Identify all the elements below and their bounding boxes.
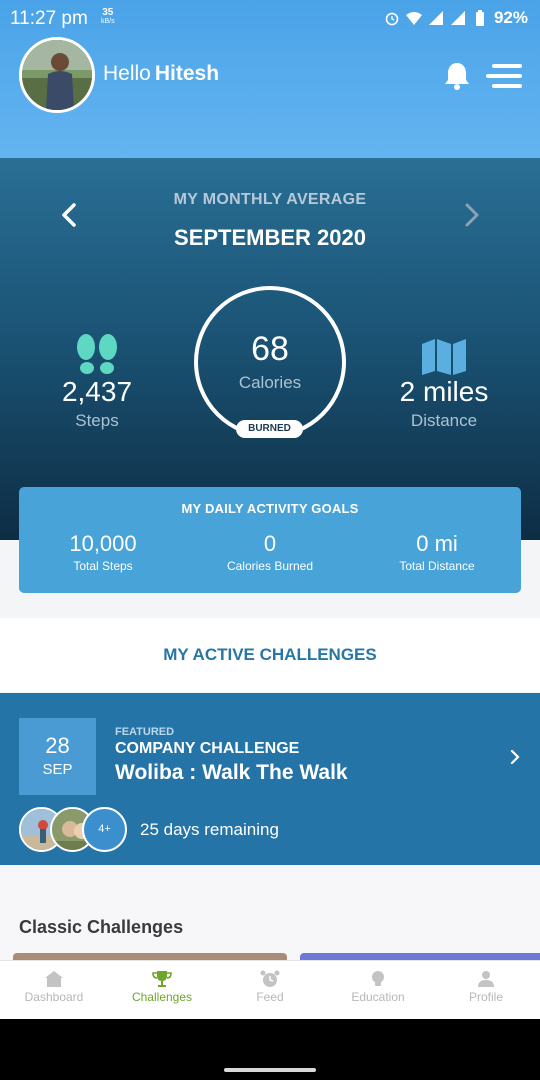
signal-icon-2 — [450, 11, 465, 25]
nav-label: Education — [351, 990, 405, 1004]
nav-label: Challenges — [131, 990, 193, 1004]
goal-value: 0 — [263, 531, 277, 556]
active-challenges-title: MY ACTIVE CHALLENGES — [163, 645, 377, 664]
chevron-right-icon[interactable] — [507, 749, 523, 765]
battery-icon — [475, 10, 484, 26]
classic-challenges-title: Classic Challenges — [19, 917, 184, 937]
map-icon — [422, 339, 466, 375]
classic-challenges-section — [0, 865, 540, 960]
nav-feed[interactable]: Feed — [216, 970, 324, 1004]
footprints-icon — [77, 334, 117, 374]
menu-icon[interactable] — [486, 62, 522, 90]
alarm-icon — [385, 12, 399, 26]
nav-challenges[interactable]: Challenges — [108, 970, 216, 1004]
steps-value: 2,437 — [61, 376, 133, 407]
battery-level: 92% — [493, 8, 528, 27]
avatar[interactable] — [19, 37, 95, 113]
nav-label: Feed — [256, 990, 284, 1004]
month-title: SEPTEMBER 2020 — [174, 225, 366, 250]
daily-goals-card[interactable]: MY DAILY ACTIVITY GOALS 10,000 Total Ste… — [19, 487, 521, 593]
person-icon — [478, 971, 494, 987]
goal-calories-burned: 0 Calories Burned — [186, 531, 354, 573]
nav-dashboard[interactable]: Dashboard — [0, 970, 108, 1004]
nav-label: Dashboard — [24, 990, 84, 1004]
challenge-date: 28 SEP — [19, 718, 96, 795]
goal-label: Total Distance — [399, 559, 475, 573]
status-bar: 11:27 pm 35 kB/s 92% — [0, 0, 540, 38]
challenge-day: 28 — [45, 733, 70, 758]
nav-label: Profile — [468, 990, 503, 1004]
signal-icon — [428, 11, 443, 25]
challenge-name: Woliba : Walk The Walk — [115, 761, 348, 784]
speed-unit: kB/s — [101, 18, 115, 25]
greeting-text: Hello — [103, 62, 151, 85]
goal-label: Calories Burned — [226, 559, 314, 573]
home-indicator[interactable] — [224, 1068, 316, 1072]
goal-total-steps: 10,000 Total Steps — [19, 531, 187, 573]
featured-tag: FEATURED — [115, 726, 175, 738]
calories-value: 68 — [251, 330, 289, 368]
notification-bell-icon[interactable] — [443, 61, 471, 91]
distance-value: 2 miles — [399, 376, 489, 407]
alarm-clock-icon — [260, 970, 280, 987]
burned-badge: BURNED — [236, 420, 303, 438]
user-name: Hitesh — [154, 62, 220, 85]
trophy-icon — [152, 971, 172, 987]
goal-total-distance: 0 mi Total Distance — [353, 531, 521, 573]
calories-label: Calories — [238, 373, 302, 392]
nav-education[interactable]: Education — [324, 970, 432, 1004]
nav-profile[interactable]: Profile — [432, 970, 540, 1004]
status-icons: 92% — [384, 8, 528, 28]
home-icon — [45, 971, 63, 987]
challenge-month: SEP — [42, 761, 73, 778]
goals-title: MY DAILY ACTIVITY GOALS — [181, 501, 359, 516]
greeting: Hello Hitesh — [103, 62, 219, 86]
distance-label: Distance — [410, 411, 478, 430]
goal-label: Total Steps — [73, 559, 133, 573]
challenge-type: COMPANY CHALLENGE — [115, 740, 300, 757]
goal-value: 0 mi — [416, 531, 458, 556]
network-speed: 35 kB/s — [101, 8, 115, 26]
monthly-average-label: MY MONTHLY AVERAGE — [173, 191, 367, 208]
status-time: 11:27 pm — [10, 8, 88, 29]
steps-label: Steps — [75, 411, 119, 430]
lightbulb-icon — [372, 971, 384, 986]
days-remaining: 25 days remaining — [140, 820, 279, 839]
wifi-icon — [405, 12, 422, 25]
goal-value: 10,000 — [69, 531, 137, 556]
more-participants-badge[interactable]: 4+ — [82, 807, 127, 852]
